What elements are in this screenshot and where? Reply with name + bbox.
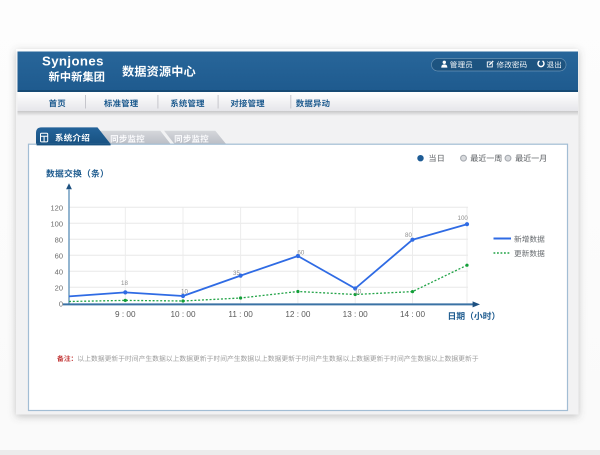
svg-text:40: 40: [55, 267, 63, 276]
svg-text:10 : 00: 10 : 00: [170, 310, 195, 319]
svg-text:60: 60: [55, 251, 63, 260]
svg-text:14 : 00: 14 : 00: [400, 310, 425, 319]
svg-text:100: 100: [458, 215, 469, 222]
svg-text:80: 80: [55, 235, 63, 244]
svg-text:120: 120: [50, 203, 63, 212]
svg-text:20: 20: [55, 283, 63, 292]
svg-text:35: 35: [233, 270, 240, 277]
svg-text:12 : 00: 12 : 00: [285, 310, 310, 319]
svg-text:Synjones: Synjones: [42, 54, 104, 69]
svg-text:10: 10: [354, 289, 361, 296]
svg-text:11 : 00: 11 : 00: [228, 310, 253, 319]
svg-text:18: 18: [121, 280, 128, 287]
svg-text:0: 0: [59, 299, 63, 308]
svg-text:9 : 00: 9 : 00: [115, 310, 136, 319]
svg-text:60: 60: [297, 250, 304, 257]
svg-text:10: 10: [181, 288, 188, 295]
svg-text:80: 80: [405, 232, 412, 239]
svg-text:100: 100: [50, 219, 63, 228]
svg-text:13 : 00: 13 : 00: [343, 310, 368, 319]
